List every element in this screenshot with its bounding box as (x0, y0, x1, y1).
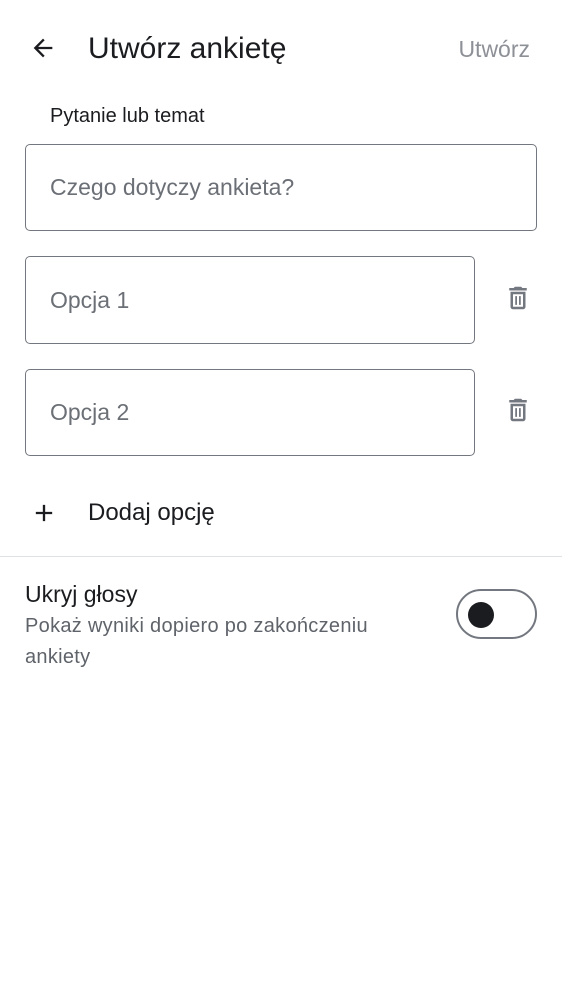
back-button[interactable] (22, 29, 64, 71)
add-option-label: Dodaj opcję (88, 499, 215, 526)
trash-icon (503, 283, 533, 318)
option-field-container (25, 256, 475, 344)
question-label: Pytanie lub temat (50, 105, 205, 127)
hide-votes-toggle[interactable] (456, 589, 537, 639)
page-title: Utwórz ankietę (88, 32, 287, 65)
add-option-button[interactable]: Dodaj opcję (22, 490, 322, 536)
toggle-knob (468, 601, 494, 628)
question-field-container (25, 144, 537, 231)
question-input[interactable] (26, 145, 536, 230)
option-1-input[interactable] (26, 257, 474, 343)
delete-option-2-button[interactable] (496, 390, 540, 434)
top-app-bar: Utwórz ankietę Utwórz (0, 0, 562, 100)
option-2-input[interactable] (26, 370, 474, 455)
delete-option-1-button[interactable] (496, 278, 540, 322)
hide-votes-description: Pokaż wyniki dopiero po zakończeniu anki… (25, 615, 368, 668)
option-field-container (25, 369, 475, 456)
hide-votes-title: Ukryj głosy (25, 581, 138, 607)
trash-icon (503, 395, 533, 430)
arrow-left-icon (29, 34, 57, 67)
plus-icon (30, 499, 58, 527)
divider (0, 556, 562, 557)
create-button[interactable]: Utwórz (458, 33, 530, 65)
